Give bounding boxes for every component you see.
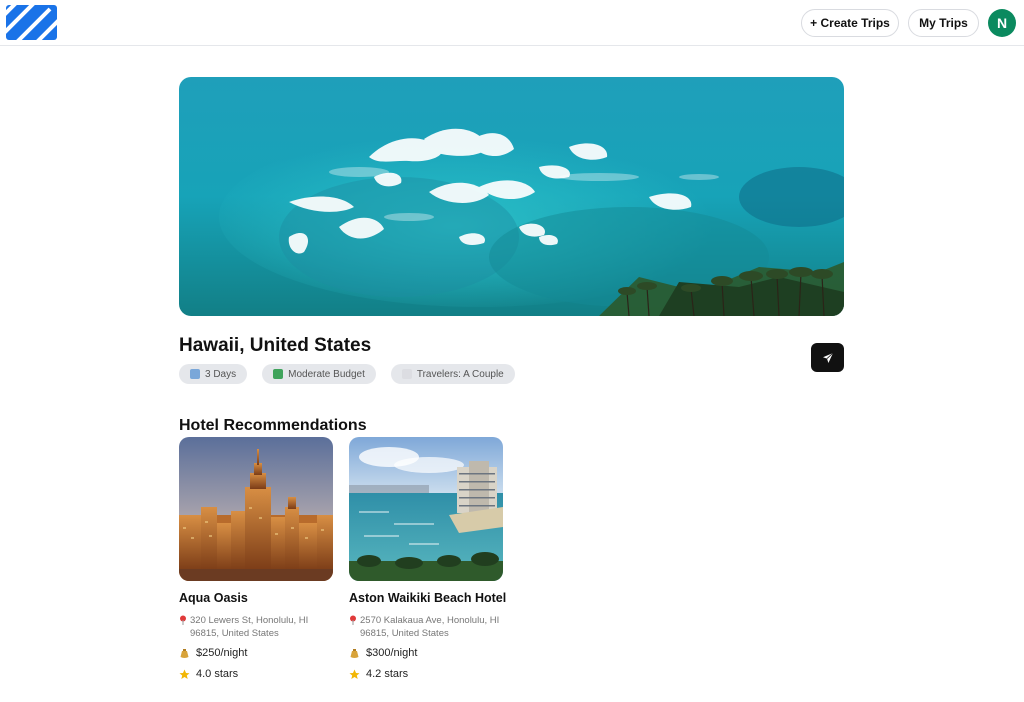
hotel-name: Aston Waikiki Beach Hotel: [349, 591, 507, 605]
trip-info-chips: 3 Days Moderate Budget Travelers: A Coup…: [179, 364, 515, 384]
budget-chip-label: Moderate Budget: [288, 368, 365, 380]
paper-plane-icon: [822, 352, 833, 363]
hotel-address-text: 2570 Kalakaua Ave, Honolulu, HI 96815, U…: [360, 615, 500, 639]
hotel-price: $300/night: [349, 647, 504, 659]
top-navbar: + Create Trips My Trips N: [0, 0, 1024, 46]
travelers-chip-label: Travelers: A Couple: [416, 368, 504, 380]
hotel-rating-text: 4.2 stars: [366, 668, 409, 680]
destination-title: Hawaii, United States: [179, 335, 372, 356]
hotel-price-text: $300/night: [366, 647, 418, 659]
budget-chip: Moderate Budget: [262, 364, 376, 384]
calendar-icon: [190, 369, 200, 379]
hotel-address: 320 Lewers St, Honolulu, HI 96815, Unite…: [179, 614, 334, 640]
hotel-name: Aqua Oasis: [179, 591, 248, 605]
hotel-recommendations-heading: Hotel Recommendations: [179, 417, 367, 434]
money-bag-icon: [180, 648, 189, 658]
create-trips-button[interactable]: + Create Trips: [801, 9, 899, 37]
hotel-rating-text: 4.0 stars: [196, 668, 239, 680]
hotel-image: [349, 437, 503, 581]
star-icon: [179, 669, 190, 679]
hotel-image: [179, 437, 333, 581]
user-avatar[interactable]: N: [988, 9, 1016, 37]
location-pin-icon: [180, 615, 186, 625]
money-icon: [273, 369, 284, 379]
hotel-card[interactable]: Aston Waikiki Beach Hotel 2570 Kalakaua …: [349, 437, 507, 680]
hotel-card[interactable]: Aqua Oasis 320 Lewers St, Honolulu, HI 9…: [179, 437, 334, 680]
share-button[interactable]: [811, 343, 844, 372]
hotel-address-text: 320 Lewers St, Honolulu, HI 96815, Unite…: [190, 615, 309, 639]
money-bag-icon: [350, 648, 359, 658]
star-icon: [349, 669, 360, 679]
destination-hero-image: [179, 77, 844, 316]
travelers-icon: [401, 369, 412, 379]
hotel-address: 2570 Kalakaua Ave, Honolulu, HI 96815, U…: [349, 614, 504, 640]
my-trips-button[interactable]: My Trips: [908, 9, 979, 37]
hotel-rating: 4.0 stars: [179, 668, 334, 680]
days-chip: 3 Days: [179, 364, 248, 384]
travelers-chip: Travelers: A Couple: [390, 364, 515, 384]
hotel-rating: 4.2 stars: [349, 668, 504, 680]
brand-logo-icon[interactable]: [6, 5, 57, 40]
location-pin-icon: [350, 615, 356, 625]
hotel-price: $250/night: [179, 647, 334, 659]
hotel-price-text: $250/night: [196, 647, 248, 659]
days-chip-label: 3 Days: [205, 368, 237, 380]
